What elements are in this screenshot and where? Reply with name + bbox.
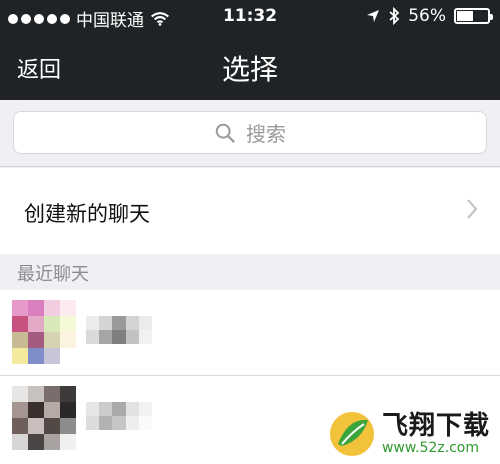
recent-chats-title: 最近聊天	[17, 264, 89, 285]
battery-percent: 56%	[408, 6, 446, 26]
battery-icon	[454, 8, 493, 24]
bluetooth-icon	[389, 7, 400, 25]
search-input[interactable]: 搜索	[13, 111, 487, 154]
location-arrow-icon	[367, 10, 380, 22]
watermark-brand: 飞翔下载	[381, 411, 490, 441]
recent-chats-header: 最近聊天	[0, 254, 500, 290]
chat-name-blurred	[86, 316, 152, 344]
status-right: 56%	[366, 6, 493, 26]
chevron-right-icon	[467, 199, 478, 219]
create-new-chat-label: 创建新的聊天	[24, 202, 150, 226]
watermark-text: 飞翔下载 www.52z.com	[382, 412, 490, 456]
watermark: 飞翔下载 www.52z.com	[328, 410, 490, 458]
avatar	[12, 386, 76, 450]
search-area: 搜索	[0, 100, 500, 167]
list-item[interactable]	[0, 290, 500, 376]
search-icon	[215, 123, 235, 143]
create-new-chat-row[interactable]: 创建新的聊天	[0, 168, 500, 255]
watermark-url: www.52z.com	[381, 440, 480, 456]
avatar	[12, 300, 76, 364]
status-bar: 中国联通 11:32 56%	[0, 0, 500, 34]
page-title: 选择	[221, 53, 278, 86]
navigation-bar: 返回 选择	[0, 34, 500, 100]
chat-name-blurred	[86, 402, 152, 430]
search-placeholder: 搜索	[246, 122, 286, 146]
battery-level-fill	[457, 11, 474, 21]
leaf-logo-icon	[329, 412, 374, 456]
